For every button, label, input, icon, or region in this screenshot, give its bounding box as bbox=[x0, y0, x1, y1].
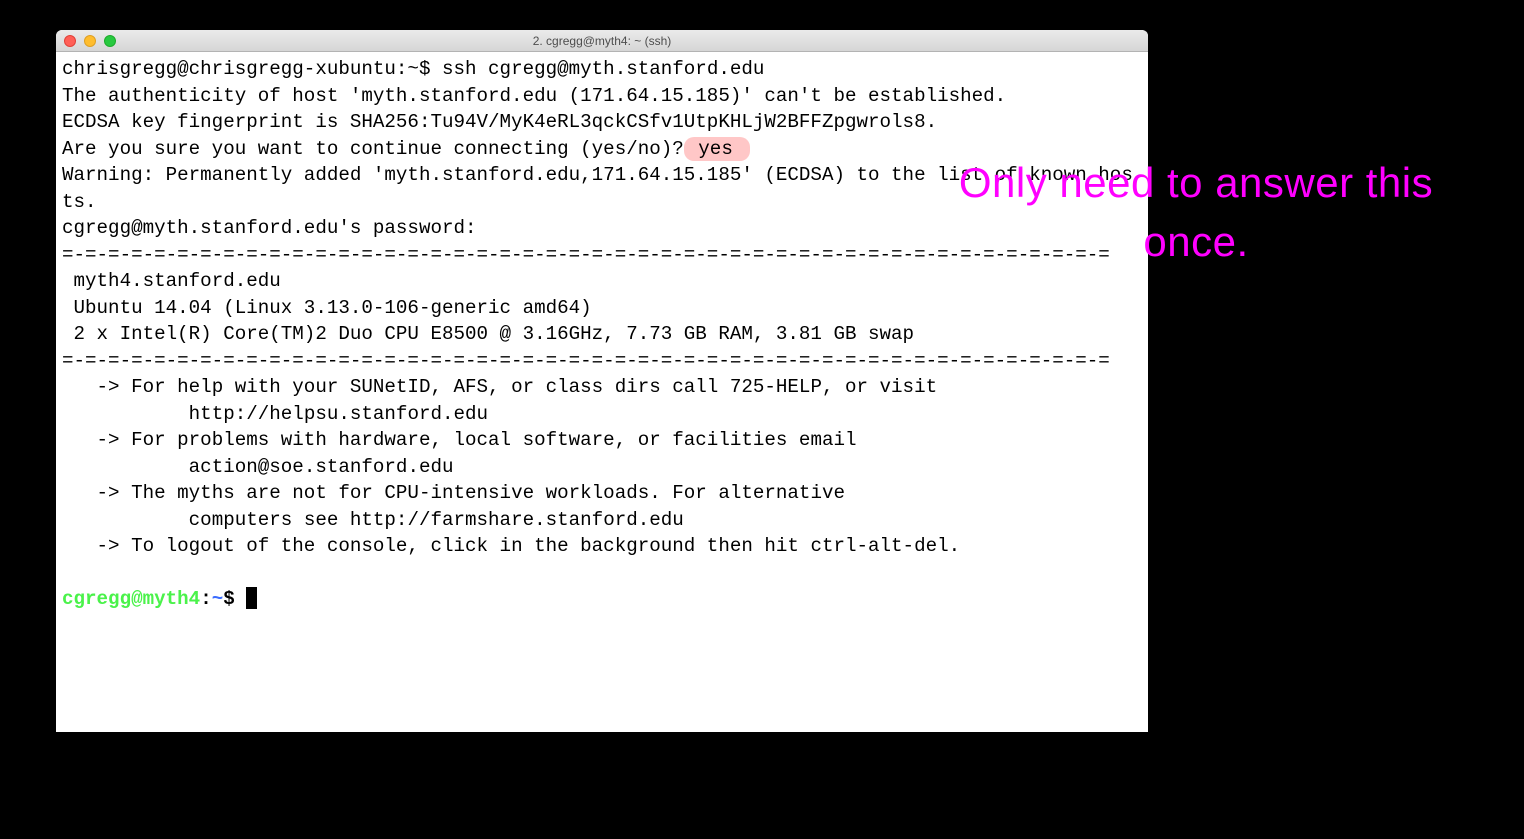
continue-prompt: Are you sure you want to continue connec… bbox=[62, 138, 684, 160]
fingerprint-line: ECDSA key fingerprint is SHA256:Tu94V/My… bbox=[62, 111, 937, 133]
annotation-text: Only need to answer this once. bbox=[916, 154, 1476, 272]
remote-prompt-dollar: $ bbox=[223, 588, 246, 610]
auth-warning: The authenticity of host 'myth.stanford.… bbox=[62, 85, 1006, 107]
help-line: computers see http://farmshare.stanford.… bbox=[62, 509, 684, 531]
motd-os: Ubuntu 14.04 (Linux 3.13.0-106-generic a… bbox=[62, 297, 592, 319]
terminal-window: 2. cgregg@myth4: ~ (ssh) chrisgregg@chri… bbox=[56, 30, 1148, 732]
local-prompt: chrisgregg@chrisgregg-xubuntu:~$ bbox=[62, 58, 442, 80]
password-prompt: cgregg@myth.stanford.edu's password: bbox=[62, 217, 488, 239]
close-icon[interactable] bbox=[64, 35, 76, 47]
remote-prompt-path: ~ bbox=[212, 588, 224, 610]
traffic-lights bbox=[56, 35, 116, 47]
help-line: -> The myths are not for CPU-intensive w… bbox=[62, 482, 845, 504]
motd-host: myth4.stanford.edu bbox=[62, 270, 281, 292]
minimize-icon[interactable] bbox=[84, 35, 96, 47]
zoom-icon[interactable] bbox=[104, 35, 116, 47]
help-line: -> For help with your SUNetID, AFS, or c… bbox=[62, 376, 937, 398]
titlebar: 2. cgregg@myth4: ~ (ssh) bbox=[56, 30, 1148, 52]
help-line: -> To logout of the console, click in th… bbox=[62, 535, 960, 557]
help-line: -> For problems with hardware, local sof… bbox=[62, 429, 857, 451]
cursor-icon bbox=[246, 587, 257, 609]
motd-hw: 2 x Intel(R) Core(TM)2 Duo CPU E8500 @ 3… bbox=[62, 323, 914, 345]
remote-prompt-colon: : bbox=[200, 588, 212, 610]
remote-prompt-user: cgregg@myth4 bbox=[62, 588, 200, 610]
separator-line: =-=-=-=-=-=-=-=-=-=-=-=-=-=-=-=-=-=-=-=-… bbox=[62, 350, 1110, 372]
help-line: http://helpsu.stanford.edu bbox=[62, 403, 488, 425]
help-line: action@soe.stanford.edu bbox=[62, 456, 454, 478]
yes-answer-highlight: yes bbox=[684, 137, 751, 161]
window-title: 2. cgregg@myth4: ~ (ssh) bbox=[56, 34, 1148, 48]
ssh-command: ssh cgregg@myth.stanford.edu bbox=[442, 58, 764, 80]
